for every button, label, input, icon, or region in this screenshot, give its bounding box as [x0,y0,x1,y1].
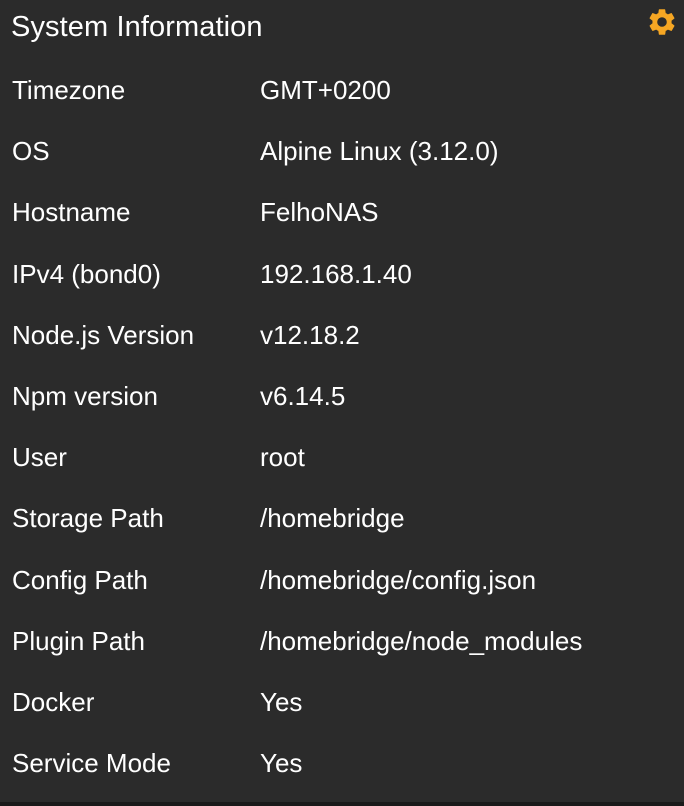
info-value: Yes [260,748,303,779]
info-row-ipv4: IPv4 (bond0) 192.168.1.40 [0,244,684,305]
info-label: Service Mode [12,748,171,779]
info-value: v12.18.2 [260,319,360,350]
info-value: root [260,442,305,473]
info-label: Docker [12,686,95,717]
info-label: Node.js Version [12,319,195,350]
info-row-user: User root [0,427,684,488]
info-value: Yes [260,686,303,717]
info-value: /homebridge/node_modules [260,625,583,656]
info-value: v6.14.5 [260,380,346,411]
info-row-timezone: Timezone GMT+0200 [0,60,684,121]
info-label: Storage Path [12,503,164,534]
info-value: Alpine Linux (3.12.0) [260,136,499,167]
info-row-nodejs-version: Node.js Version v12.18.2 [0,305,684,366]
info-value: /homebridge [260,503,405,534]
info-row-docker: Docker Yes [0,672,684,733]
info-row-os: OS Alpine Linux (3.12.0) [0,121,684,182]
info-label: User [12,442,67,473]
info-label: Config Path [12,564,148,595]
info-label: Npm version [12,380,158,411]
widget-header: System Information [0,0,684,56]
info-value: /homebridge/config.json [260,564,537,595]
info-value: FelhoNAS [260,197,379,228]
info-row-config-path: Config Path /homebridge/config.json [0,550,684,611]
info-label: Plugin Path [12,625,145,656]
widget-title: System Information [11,11,263,43]
info-value: GMT+0200 [260,75,391,105]
info-label: Hostname [12,197,131,228]
gear-icon[interactable] [646,6,678,38]
info-list: Timezone GMT+0200 OS Alpine Linux (3.12.… [0,60,684,794]
info-label: Timezone [12,75,126,105]
info-row-storage-path: Storage Path /homebridge [0,488,684,549]
info-row-npm-version: Npm version v6.14.5 [0,366,684,427]
info-row-service-mode: Service Mode Yes [0,733,684,794]
info-row-hostname: Hostname FelhoNAS [0,182,684,243]
system-information-widget: System Information Timezone GMT+0200 OS … [0,0,684,806]
info-row-plugin-path: Plugin Path /homebridge/node_modules [0,611,684,672]
info-label: OS [12,136,50,167]
info-value: 192.168.1.40 [260,258,412,289]
info-label: IPv4 (bond0) [12,258,161,289]
